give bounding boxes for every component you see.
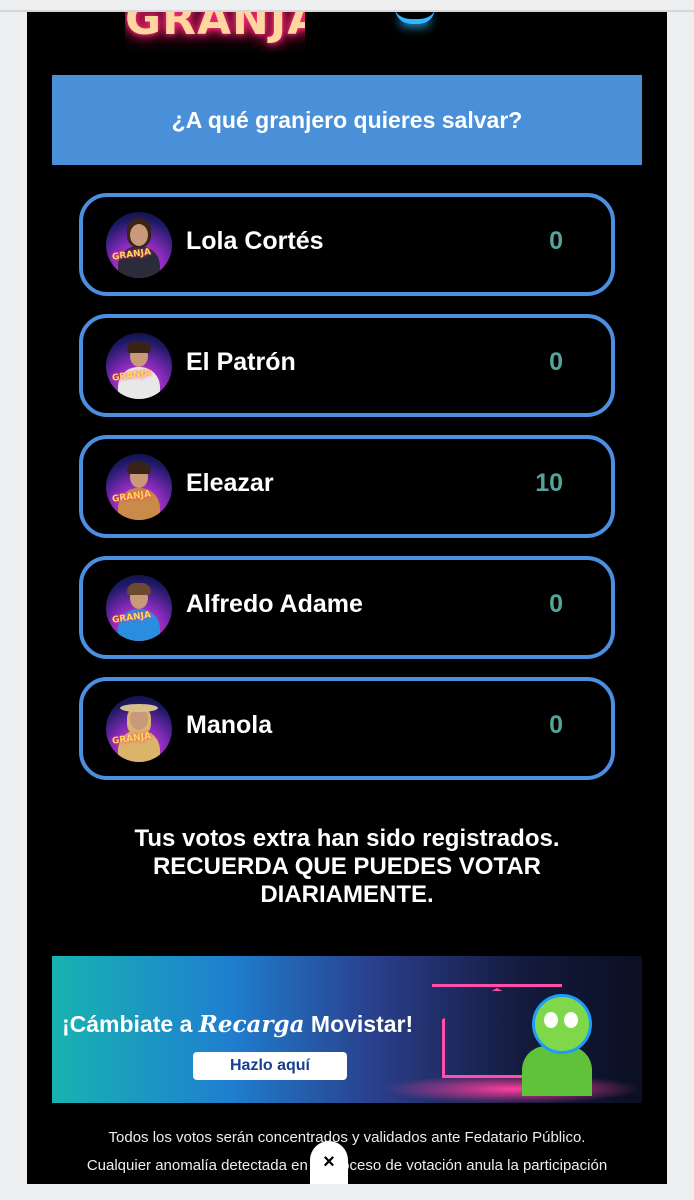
ad-headline: ¡Cámbiate a Recarga Movistar! xyxy=(62,1011,414,1038)
candidate-card-el-patron[interactable]: GRANJA El Patrón 0 xyxy=(79,314,615,417)
candidate-vote-count: 10 xyxy=(535,469,563,497)
channel-logo-icon xyxy=(395,12,435,24)
candidate-avatar: GRANJA xyxy=(106,454,172,520)
candidate-card-lola-cortes[interactable]: GRANJA Lola Cortés 0 xyxy=(79,193,615,296)
ad-cta-button[interactable]: Hazlo aquí xyxy=(193,1052,347,1080)
candidate-name: Lola Cortés xyxy=(186,227,324,255)
candidate-avatar: GRANJA xyxy=(106,333,172,399)
candidate-avatar: GRANJA xyxy=(106,575,172,641)
candidate-card-alfredo-adame[interactable]: GRANJA Alfredo Adame 0 xyxy=(79,556,615,659)
candidate-avatar: GRANJA xyxy=(106,212,172,278)
confirmation-line-1: Tus votos extra han sido registrados. xyxy=(134,825,560,852)
candidate-vote-count: 0 xyxy=(549,227,563,255)
confirmation-line-3: DIARIAMENTE. xyxy=(260,881,434,908)
show-logo-text: GRANJA xyxy=(125,12,305,45)
movistar-ad-banner[interactable]: ¡Cámbiate a Recarga Movistar! Hazlo aquí xyxy=(52,956,642,1103)
show-logo: GRANJA xyxy=(125,12,305,52)
candidate-name: Eleazar xyxy=(186,469,274,497)
question-title: ¿A qué granjero quieres salvar? xyxy=(171,106,523,133)
candidate-vote-count: 0 xyxy=(549,711,563,739)
disclaimer-line-1: Todos los votos serán concentrados y val… xyxy=(108,1129,586,1146)
ad-brand-script: Recarga xyxy=(198,1011,305,1038)
mascot-image xyxy=(532,994,592,1054)
candidate-avatar: GRANJA xyxy=(106,696,172,762)
question-header: ¿A qué granjero quieres salvar? xyxy=(52,75,642,165)
vote-confirmation-message: Tus votos extra han sido registrados. RE… xyxy=(67,825,627,909)
candidate-name: El Patrón xyxy=(186,348,296,376)
candidate-vote-count: 0 xyxy=(549,590,563,618)
close-ad-button[interactable]: × xyxy=(310,1141,348,1184)
candidate-name: Manola xyxy=(186,711,273,739)
candidate-vote-count: 0 xyxy=(549,348,563,376)
candidate-card-manola[interactable]: GRANJA Manola 0 xyxy=(79,677,615,780)
candidate-card-eleazar[interactable]: GRANJA Eleazar 10 xyxy=(79,435,615,538)
candidate-name: Alfredo Adame xyxy=(186,590,363,618)
browser-bottom-bar xyxy=(0,1184,694,1200)
voting-panel: GRANJA ¿A qué granjero quieres salvar? G… xyxy=(27,12,667,1184)
confirmation-line-2: RECUERDA QUE PUEDES VOTAR xyxy=(152,853,542,880)
